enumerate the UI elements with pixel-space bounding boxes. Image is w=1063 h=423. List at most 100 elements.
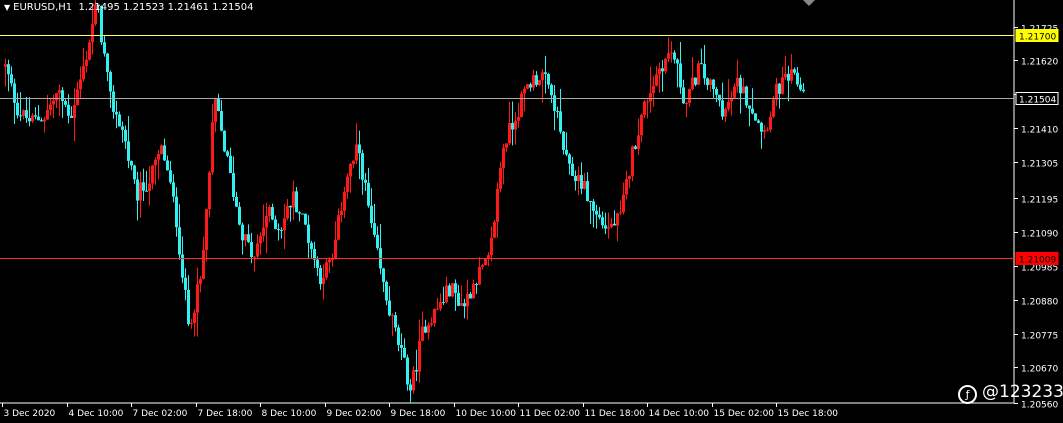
candle-body (61, 90, 64, 101)
candle-body (181, 254, 184, 278)
time-tick-label: 7 Dec 18:00 (198, 409, 253, 419)
candle-body (790, 69, 793, 81)
support-line-label: 1.21009 (1019, 256, 1056, 266)
candle-body (166, 160, 169, 171)
candle-body (265, 215, 268, 228)
candle-body (607, 227, 610, 229)
candle-body (634, 146, 637, 149)
candle-body (406, 357, 409, 385)
candle-body (457, 292, 460, 306)
time-tick-label: 9 Dec 02:00 (327, 409, 382, 419)
candle-body (193, 312, 196, 323)
candle-body (574, 175, 577, 182)
candle-body (550, 84, 553, 96)
current-price-line-label: 1.21504 (1019, 96, 1056, 106)
time-tick-label: 9 Dec 18:00 (391, 409, 446, 419)
candle-body (205, 209, 208, 250)
candle-body (724, 109, 727, 117)
candle-body (109, 72, 112, 92)
candle-body (715, 89, 718, 95)
candle-body (679, 63, 682, 88)
candle-body (367, 182, 370, 206)
candle-body (556, 110, 559, 112)
candle-body (646, 101, 649, 103)
candle-body (124, 129, 127, 142)
candle-body (604, 225, 607, 229)
candle-body (535, 75, 538, 85)
candle-body (643, 101, 646, 115)
candle-body (517, 117, 520, 121)
one-click-trading-icon[interactable] (803, 0, 815, 6)
candle-body (490, 237, 493, 256)
dropdown-triangle-icon[interactable]: ▼ (4, 3, 10, 12)
candle-body (394, 315, 397, 328)
candle-body (76, 89, 79, 106)
candle-body (361, 153, 364, 180)
candle-body (37, 116, 40, 121)
candle-body (487, 255, 490, 259)
candle-body (466, 293, 469, 307)
candle-body (460, 303, 463, 306)
candle-body (400, 344, 403, 348)
candle-body (211, 122, 214, 173)
candle-body (430, 323, 433, 325)
candle-body (454, 283, 457, 293)
candle-body (13, 83, 16, 103)
time-tick-label: 4 Dec 10:00 (69, 409, 124, 419)
candle-body (229, 155, 232, 174)
candle-body (739, 77, 742, 94)
candle-body (541, 72, 544, 80)
candle-body (148, 183, 151, 191)
candle-body (538, 79, 541, 85)
time-tick-label: 7 Dec 02:00 (133, 409, 188, 419)
candle-body (244, 234, 247, 241)
candle-body (58, 90, 61, 94)
candle-body (151, 165, 154, 184)
candle-body (199, 278, 202, 285)
candle-body (568, 154, 571, 164)
candle-body (412, 370, 415, 391)
candle-body (217, 98, 220, 112)
candle-body (220, 111, 223, 131)
chart-header: ▼ EURUSD,H1 1.21495 1.21523 1.21461 1.215… (4, 2, 253, 13)
candle-body (595, 210, 598, 215)
candle-body (289, 205, 292, 208)
candle-body (373, 223, 376, 235)
candle-body (127, 141, 130, 161)
resistance-line-label: 1.21700 (1019, 33, 1056, 43)
candle-body (745, 86, 748, 106)
candle-body (82, 65, 85, 80)
candle-body (787, 73, 790, 81)
price-tick-label: 1.21305 (1021, 160, 1058, 170)
candle-body (64, 100, 67, 105)
candle-body (559, 111, 562, 132)
candle-body (697, 63, 700, 85)
candle-body (352, 160, 355, 165)
candle-body (328, 259, 331, 263)
candle-body (295, 191, 298, 213)
candle-body (727, 101, 730, 110)
candle-body (70, 115, 73, 118)
candle-body (274, 219, 277, 230)
candle-body (694, 77, 697, 85)
candle-body (283, 218, 286, 231)
candle-body (223, 130, 226, 152)
candle-body (469, 293, 472, 299)
candle-body (268, 207, 271, 216)
candle-body (670, 52, 673, 54)
candle-body (610, 223, 613, 228)
candle-body (46, 109, 49, 120)
candle-body (7, 64, 10, 75)
candle-body (754, 113, 757, 121)
candle-body (532, 75, 535, 88)
candle-body (55, 93, 58, 101)
candle-body (130, 160, 133, 166)
candle-body (175, 196, 178, 228)
candle-body (775, 83, 778, 100)
candle-body (43, 119, 46, 122)
candle-body (628, 176, 631, 180)
candle-body (496, 188, 499, 222)
price-chart[interactable]: 1.217251.216201.215151.214101.213051.211… (0, 0, 1063, 423)
candle-body (391, 315, 394, 317)
candle-body (448, 285, 451, 297)
